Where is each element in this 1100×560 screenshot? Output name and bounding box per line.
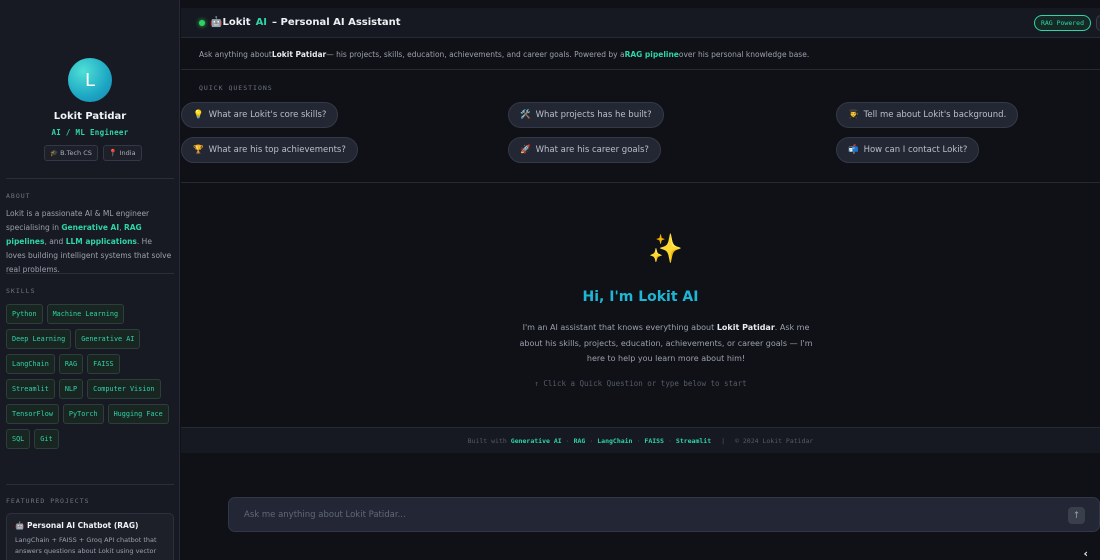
badge-edge (1096, 15, 1100, 31)
skill-chip: Git (34, 429, 59, 449)
graduation-icon: 🎓 (50, 149, 59, 157)
project-desc: LangChain + FAISS + Groq API chatbot tha… (15, 536, 157, 555)
quick-questions-title: QUICK QUESTIONS (199, 84, 273, 92)
profile-name: Lokit Patidar (53, 111, 127, 122)
quick-question-achievements[interactable]: 🏆 What are his top achievements? (181, 137, 358, 163)
status-badge: RAG Powered (1033, 15, 1091, 31)
skill-chip: Python (6, 304, 43, 324)
hero-description: I'm an AI assistant that knows everythin… (519, 323, 813, 363)
tag-location: 📍 India (102, 145, 142, 161)
skill-chip: TensorFlow (6, 404, 59, 424)
skill-chip: FAISS (87, 354, 120, 374)
skill-chip: Streamlit (6, 379, 55, 399)
skill-chip: SQL (6, 429, 31, 449)
skill-chip: NLP (58, 379, 84, 399)
status-dot (199, 19, 205, 26)
avatar: L (68, 58, 112, 102)
quick-question-goals[interactable]: 🚀 What are his career goals? (508, 137, 661, 163)
project-card[interactable]: 🤖 Personal AI Chatbot (RAG) LangChain + … (6, 513, 174, 560)
chevron-left-icon[interactable]: ‹ (1083, 547, 1088, 560)
sidebar: L Lokit Patidar AI / ML Engineer 🎓 B.Tec… (0, 0, 180, 560)
skill-chip: Computer Vision (87, 379, 161, 399)
skill-chip: Hugging Face (107, 404, 169, 424)
page-title: 🤖Lokit AI – Personal AI Assistant (210, 17, 401, 28)
main-area: 🤖Lokit AI – Personal AI Assistant RAG Po… (181, 0, 1100, 560)
send-button[interactable]: ↑ (1068, 507, 1085, 524)
tag-label: B.Tech CS (60, 149, 92, 157)
profile-role: AI / ML Engineer (51, 128, 129, 137)
skill-chip: PyTorch (62, 404, 104, 424)
tools-icon: 🛠️ (520, 110, 531, 120)
sparkle-icon: ✨ (648, 232, 683, 265)
profile-tags: 🎓 B.Tech CS 📍 India (44, 145, 142, 161)
rocket-icon: 🚀 (520, 145, 531, 155)
divider (6, 178, 174, 179)
trophy-icon: 🏆 (193, 145, 204, 155)
hero-hint: ↑ Click a Quick Question or type below t… (534, 379, 747, 388)
skill-chip: Machine Learning (46, 304, 125, 324)
skill-chip: LangChain (6, 354, 55, 374)
skill-chip: Deep Learning (6, 329, 72, 349)
student-icon: 👨‍🎓 (848, 110, 859, 120)
about-highlight: Generative AI (61, 223, 120, 232)
skill-chip: Generative AI (75, 329, 141, 349)
quick-question-skills[interactable]: 💡 What are Lokit's core skills? (181, 102, 339, 128)
projects-title: FEATURED PROJECTS (6, 497, 90, 505)
chat-placeholder: Ask me anything about Lokit Patidar... (244, 509, 406, 520)
divider (6, 273, 174, 274)
about-highlight: LLM applications (65, 237, 137, 246)
quick-question-contact[interactable]: 📬 How can I contact Lokit? (836, 137, 980, 163)
project-title: 🤖 Personal AI Chatbot (RAG) (15, 521, 139, 530)
robot-icon: 🤖 (210, 17, 223, 28)
intro-text: Ask anything about Lokit Patidar — his p… (181, 39, 1100, 70)
tag-label: India (119, 149, 136, 157)
quick-question-projects[interactable]: 🛠️ What projects has he built? (508, 102, 664, 128)
mailbox-icon: 📬 (848, 145, 859, 155)
divider (181, 182, 1100, 183)
footer: Built with Generative AI · RAG · LangChain… (181, 427, 1100, 453)
about-text: Lokit is a passionate AI & ML engineer s… (6, 209, 172, 274)
hero-title: Hi, I'm Lokit AI (582, 289, 699, 305)
tag-education: 🎓 B.Tech CS (44, 145, 98, 161)
about-title: ABOUT (6, 192, 31, 200)
skills-list: Python Machine Learning Deep Learning Gener… (6, 304, 172, 449)
skill-chip: RAG (58, 354, 84, 374)
bulb-icon: 💡 (193, 110, 204, 120)
skills-title: SKILLS (6, 287, 36, 295)
chat-input[interactable]: Ask me anything about Lokit Patidar... ↑ (228, 497, 1100, 532)
quick-question-background[interactable]: 👨‍🎓 Tell me about Lokit's background. (836, 102, 1019, 128)
header: 🤖Lokit AI – Personal AI Assistant RAG Po… (181, 8, 1100, 38)
divider (6, 484, 174, 485)
pin-icon: 📍 (108, 149, 118, 157)
